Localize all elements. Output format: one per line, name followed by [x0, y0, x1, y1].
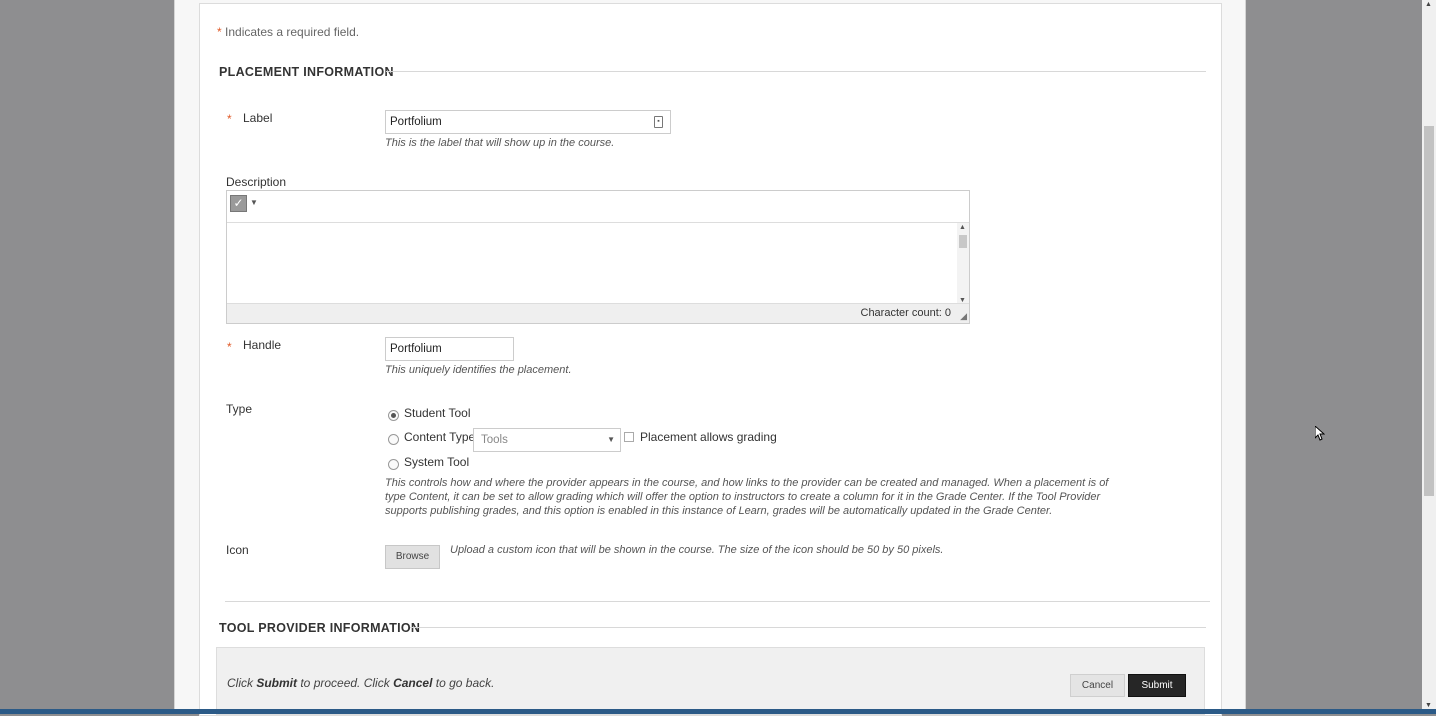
option-system-tool: System Tool [404, 455, 470, 469]
character-count: Character count: 0 [860, 307, 952, 319]
label-hint: This is the label that will show up in t… [385, 137, 615, 149]
submit-button[interactable]: Submit [1128, 674, 1186, 697]
grading-checkbox-label: Placement allows grading [640, 430, 777, 444]
description-label: Description [226, 175, 287, 189]
handle-input-value: Portfolium [390, 343, 442, 355]
description-textarea[interactable] [227, 223, 969, 305]
form-panel: * Indicates a required field. PLACEMENT … [199, 3, 1222, 716]
editor-status-bar: Character count: 0 ◢ [227, 303, 969, 323]
required-field-note: * Indicates a required field. [217, 25, 359, 39]
submit-text-part: to go back. [432, 676, 495, 690]
taskbar [0, 709, 1436, 714]
submit-text-part: Click [227, 676, 257, 690]
editor-scrollbar[interactable]: ▲ ▼ [957, 223, 969, 305]
required-star: * [227, 112, 232, 126]
required-star: * [217, 25, 222, 39]
submit-instructions: Click Submit to proceed. Click Cancel to… [227, 676, 494, 690]
submit-word: Submit [256, 676, 298, 690]
cancel-button[interactable]: Cancel [1070, 674, 1125, 697]
icon-label: Icon [226, 543, 249, 557]
handle-input[interactable]: Portfolium [385, 337, 514, 361]
section-divider [386, 71, 1206, 72]
handle-label: Handle [243, 338, 282, 352]
type-label: Type [226, 402, 253, 416]
required-star: * [227, 340, 232, 354]
section-divider [410, 627, 1206, 628]
label-input[interactable]: Portfolium ▪ [385, 110, 671, 134]
type-hint: This controls how and where the provider… [385, 477, 1109, 517]
submit-bar: Click Submit to proceed. Click Cancel to… [216, 647, 1205, 715]
page-scrollbar[interactable]: ▲ ▼ [1422, 0, 1436, 710]
handle-hint: This uniquely identifies the placement. [385, 364, 572, 376]
option-student-tool: Student Tool [404, 406, 471, 420]
radio-student-tool[interactable] [388, 410, 399, 421]
chevron-down-icon: ▼ [607, 435, 615, 444]
cancel-word: Cancel [393, 676, 433, 690]
content-type-select-value: Tools [481, 434, 508, 446]
submit-text-part: to proceed. Click [297, 676, 394, 690]
chevron-down-icon[interactable]: ▼ [250, 198, 258, 207]
scroll-up-icon[interactable]: ▲ [1425, 1, 1432, 8]
placement-section-title: PLACEMENT INFORMATION [219, 65, 394, 79]
radio-content-type[interactable] [388, 434, 399, 445]
scroll-up-icon[interactable]: ▲ [959, 224, 966, 231]
description-editor[interactable]: ✓ ▼ ▲ ▼ Character count: 0 ◢ [226, 190, 970, 324]
label-field-label: Label [243, 111, 273, 125]
browse-button[interactable]: Browse [385, 545, 440, 569]
tool-provider-section-title: TOOL PROVIDER INFORMATION [219, 621, 421, 635]
option-content-type: Content Type [404, 430, 476, 444]
resize-grip-icon[interactable]: ◢ [960, 311, 967, 322]
section-divider [225, 601, 1210, 602]
required-note-text: Indicates a required field. [225, 25, 360, 39]
mouse-cursor-icon [1314, 424, 1326, 441]
spellcheck-icon[interactable]: ✓ [230, 195, 247, 212]
content-type-select[interactable]: Tools ▼ [473, 428, 621, 452]
field-lock-icon: ▪ [654, 116, 663, 128]
grading-checkbox[interactable] [624, 432, 634, 442]
label-input-value: Portfolium [390, 116, 442, 128]
radio-system-tool[interactable] [388, 459, 399, 470]
page-content: * Indicates a required field. PLACEMENT … [174, 0, 1246, 716]
icon-hint: Upload a custom icon that will be shown … [450, 544, 944, 556]
scroll-thumb[interactable] [1424, 126, 1434, 496]
scroll-down-icon[interactable]: ▼ [1425, 702, 1432, 709]
editor-toolbar: ✓ ▼ [227, 191, 969, 223]
scroll-thumb[interactable] [959, 235, 967, 248]
